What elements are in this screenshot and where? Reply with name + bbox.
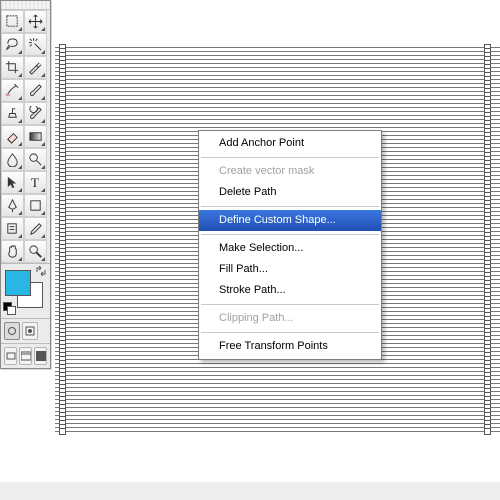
- path-segment[interactable]: [55, 431, 500, 432]
- slice-tool[interactable]: [24, 56, 47, 79]
- path-anchor[interactable]: [484, 428, 491, 435]
- path-segment[interactable]: [55, 407, 500, 408]
- path-segment[interactable]: [55, 107, 500, 108]
- path-segment[interactable]: [55, 67, 500, 68]
- eyedropper-tool[interactable]: [24, 217, 47, 240]
- healing-brush-tool[interactable]: [1, 79, 24, 102]
- path-segment[interactable]: [55, 419, 500, 420]
- path-segment[interactable]: [55, 127, 500, 128]
- menu-item-fill-path[interactable]: Fill Path...: [199, 259, 381, 280]
- path-segment[interactable]: [55, 83, 500, 84]
- type-tool[interactable]: T: [24, 171, 47, 194]
- menu-separator: [201, 234, 379, 235]
- svg-text:T: T: [31, 175, 39, 190]
- path-segment[interactable]: [55, 75, 500, 76]
- clone-stamp-tool[interactable]: [1, 102, 24, 125]
- path-segment[interactable]: [55, 55, 500, 56]
- path-segment[interactable]: [55, 95, 500, 96]
- eraser-tool[interactable]: [1, 125, 24, 148]
- fullscreen-button[interactable]: [34, 347, 47, 365]
- swap-colors-icon[interactable]: [36, 266, 46, 276]
- quickmask-mode-row: [1, 318, 50, 343]
- path-segment[interactable]: [55, 123, 500, 124]
- menu-separator: [201, 157, 379, 158]
- color-swatch-area[interactable]: [1, 263, 50, 318]
- path-segment[interactable]: [55, 47, 500, 48]
- path-segment[interactable]: [55, 427, 500, 428]
- path-segment[interactable]: [55, 91, 500, 92]
- menu-separator: [201, 332, 379, 333]
- standard-mode-button[interactable]: [4, 322, 20, 340]
- zoom-tool[interactable]: [24, 240, 47, 263]
- path-segment[interactable]: [55, 411, 500, 412]
- hand-tool[interactable]: [1, 240, 24, 263]
- path-selection-tool[interactable]: [1, 171, 24, 194]
- path-segment[interactable]: [55, 59, 500, 60]
- path-segment[interactable]: [55, 99, 500, 100]
- path-segment[interactable]: [55, 119, 500, 120]
- path-segment[interactable]: [55, 51, 500, 52]
- path-anchor[interactable]: [59, 428, 66, 435]
- gradient-tool[interactable]: [24, 125, 47, 148]
- custom-shape-tool[interactable]: [24, 194, 47, 217]
- pen-tool[interactable]: [1, 194, 24, 217]
- path-segment[interactable]: [55, 111, 500, 112]
- blur-tool[interactable]: [1, 148, 24, 171]
- menu-item-clipping-path: Clipping Path...: [199, 308, 381, 329]
- history-brush-tool[interactable]: [24, 102, 47, 125]
- menu-item-free-transform-points[interactable]: Free Transform Points: [199, 336, 381, 357]
- path-segment[interactable]: [55, 371, 500, 372]
- screen-mode-row: [1, 343, 50, 368]
- path-segment[interactable]: [55, 379, 500, 380]
- menu-separator: [201, 304, 379, 305]
- lasso-tool[interactable]: [1, 33, 24, 56]
- magic-wand-tool[interactable]: [24, 33, 47, 56]
- standard-screen-button[interactable]: [4, 347, 17, 365]
- path-segment[interactable]: [55, 363, 500, 364]
- path-segment[interactable]: [55, 87, 500, 88]
- path-segment[interactable]: [55, 383, 500, 384]
- path-segment[interactable]: [55, 403, 500, 404]
- move-tool[interactable]: [24, 10, 47, 33]
- crop-tool[interactable]: [1, 56, 24, 79]
- path-segment[interactable]: [55, 103, 500, 104]
- default-colors-icon[interactable]: [3, 302, 15, 314]
- path-segment[interactable]: [55, 115, 500, 116]
- menu-separator: [201, 206, 379, 207]
- bottom-strip: [0, 482, 500, 500]
- palette-drag-handle[interactable]: [1, 1, 50, 10]
- path-segment[interactable]: [55, 399, 500, 400]
- marquee-tool[interactable]: [1, 10, 24, 33]
- path-segment[interactable]: [55, 387, 500, 388]
- menu-item-create-vector-mask: Create vector mask: [199, 161, 381, 182]
- notes-tool[interactable]: [1, 217, 24, 240]
- menu-item-delete-path[interactable]: Delete Path: [199, 182, 381, 203]
- foreground-color-swatch[interactable]: [5, 270, 31, 296]
- path-segment[interactable]: [55, 423, 500, 424]
- path-segment[interactable]: [55, 79, 500, 80]
- menu-item-stroke-path[interactable]: Stroke Path...: [199, 280, 381, 301]
- menu-item-add-anchor-point[interactable]: Add Anchor Point: [199, 133, 381, 154]
- fullscreen-menu-button[interactable]: [19, 347, 32, 365]
- tools-palette[interactable]: T: [0, 0, 51, 369]
- path-context-menu[interactable]: Add Anchor Point Create vector maskDelete…: [198, 130, 382, 360]
- brush-tool[interactable]: [24, 79, 47, 102]
- path-segment[interactable]: [55, 367, 500, 368]
- dodge-tool[interactable]: [24, 148, 47, 171]
- menu-item-define-custom-shape[interactable]: Define Custom Shape...: [199, 210, 381, 231]
- path-segment[interactable]: [55, 71, 500, 72]
- menu-item-make-selection[interactable]: Make Selection...: [199, 238, 381, 259]
- quickmask-mode-button[interactable]: [22, 322, 38, 340]
- path-segment[interactable]: [55, 415, 500, 416]
- path-segment[interactable]: [55, 395, 500, 396]
- path-segment[interactable]: [55, 375, 500, 376]
- path-segment[interactable]: [55, 391, 500, 392]
- path-segment[interactable]: [55, 63, 500, 64]
